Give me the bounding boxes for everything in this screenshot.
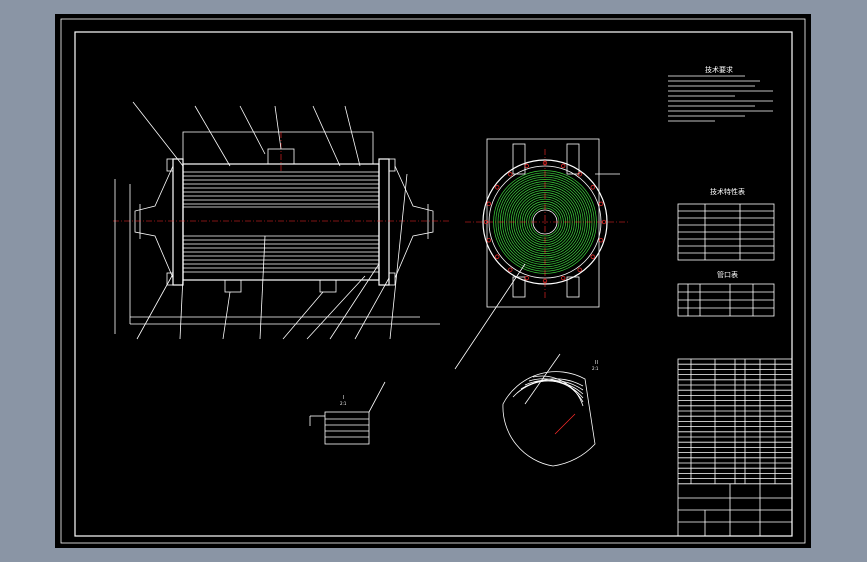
technical-notes-block: 技术要求	[668, 65, 773, 122]
cad-viewport[interactable]: 技术要求 技术特性表 管口表 I 2:1 II 2:1	[55, 14, 811, 548]
engineering-drawing: 技术要求 技术特性表 管口表 I 2:1 II 2:1	[60, 18, 806, 544]
notes-title: 技术要求	[705, 65, 733, 74]
notes-lines	[668, 75, 773, 122]
leader-lines	[132, 101, 408, 340]
side-view-coil	[454, 138, 630, 370]
detail-view-i: I 2:1	[309, 381, 386, 445]
detail-view-ii: II 2:1	[502, 353, 599, 467]
spec-table-title: 技术特性表	[710, 187, 745, 196]
nozzle-table: 管口表	[677, 270, 775, 317]
parts-list-and-title-block	[677, 358, 793, 537]
section-label-1-scale: 2:1	[340, 401, 347, 406]
shell	[182, 163, 380, 281]
spec-table: 技术特性表	[677, 187, 775, 261]
front-view-heat-exchanger	[113, 101, 450, 340]
section-label-2-scale: 2:1	[592, 366, 599, 371]
title-block	[678, 484, 792, 536]
nozzle-table-title: 管口表	[717, 270, 738, 279]
